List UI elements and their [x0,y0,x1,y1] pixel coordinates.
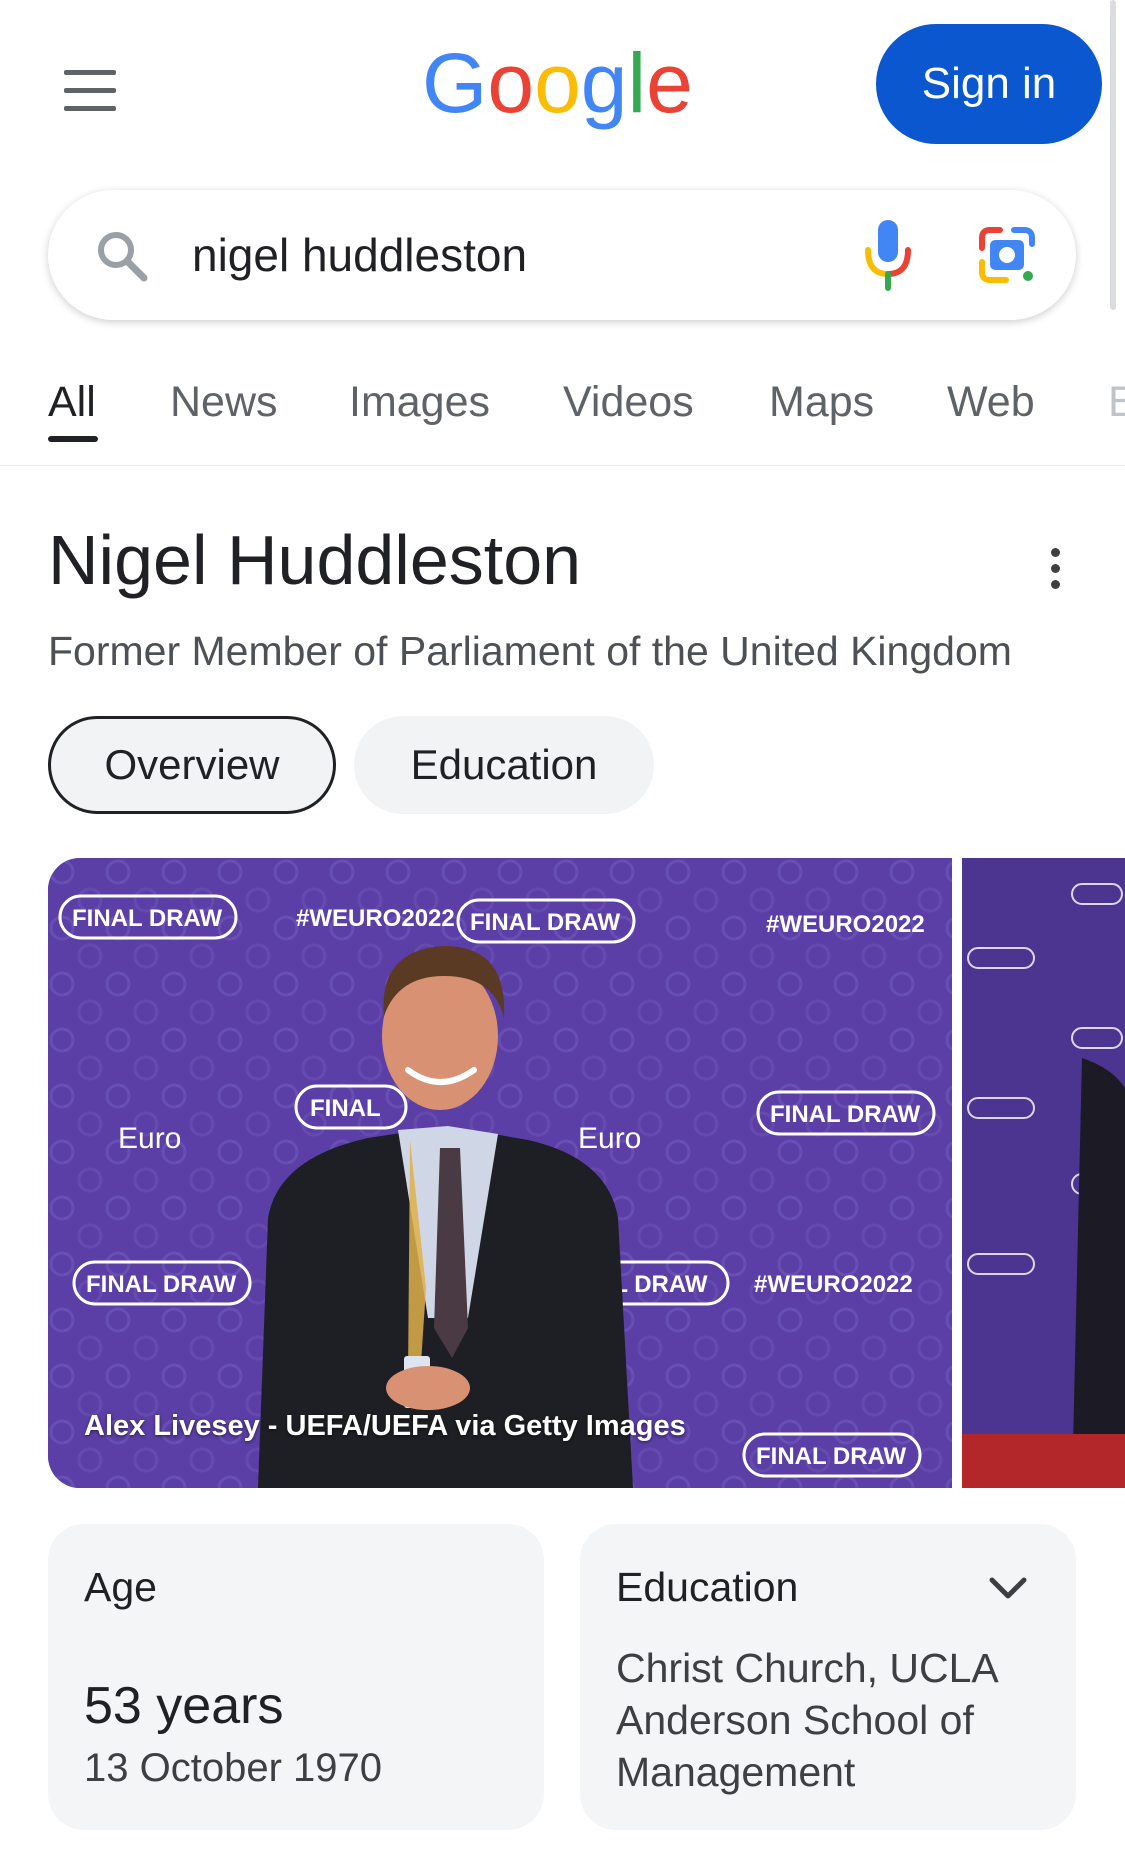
search-box[interactable]: nigel huddleston [48,190,1076,320]
microphone-icon[interactable] [856,218,920,292]
knowledge-panel-subtitle: Former Member of Parliament of the Unite… [48,628,1012,674]
backdrop-text: FINAL DRAW [72,905,223,932]
google-logo[interactable]: Google [422,36,722,146]
secondary-photo[interactable] [962,858,1125,1488]
backdrop-text: FINAL DRAW [86,1271,237,1298]
backdrop-text: FINAL DRAW [756,1443,907,1470]
tab-all[interactable]: All [48,378,96,427]
euro-logo: Euro [578,1122,641,1155]
search-tabs: All News Images Videos Maps Web B [0,348,1125,466]
hamburger-menu-icon[interactable] [58,66,122,118]
photo-illustration: FINAL DRAW #WEURO2022 FINAL DRAW #WEURO2… [48,858,952,1488]
chevron-down-icon[interactable] [986,1570,1030,1606]
backdrop-text: FINAL DRAW [770,1101,921,1128]
svg-text:Google: Google [422,36,693,130]
search-input[interactable]: nigel huddleston [192,190,792,320]
backdrop-text: #WEURO2022 [754,1271,913,1298]
tab-more[interactable]: B [1108,378,1125,427]
age-value: 53 years [84,1677,284,1735]
knowledge-panel-title: Nigel Huddleston [48,521,582,599]
scrollbar[interactable] [1110,0,1116,310]
education-card[interactable]: Education Christ Church, UCLA Anderson S… [580,1524,1076,1830]
birth-date: 13 October 1970 [84,1746,382,1790]
sign-in-button[interactable]: Sign in [876,24,1102,144]
tab-news[interactable]: News [170,378,278,427]
more-vert-icon[interactable] [1044,548,1066,592]
education-label: Education [616,1564,799,1610]
tab-videos[interactable]: Videos [563,378,694,427]
header: Google Sign in [0,0,1125,180]
backdrop-text: FINAL DRAW [470,909,621,936]
photo-credit: Alex Livesey - UEFA/UEFA via Getty Image… [84,1410,686,1442]
tab-maps[interactable]: Maps [769,378,874,427]
google-lens-icon[interactable] [976,224,1038,286]
active-tab-indicator [48,436,98,442]
tab-web[interactable]: Web [947,378,1035,427]
search-icon[interactable] [92,226,152,286]
euro-logo: Euro [118,1122,181,1155]
backdrop-text: #WEURO2022 [296,905,455,932]
age-label: Age [84,1564,157,1610]
chip-education[interactable]: Education [354,716,654,814]
backdrop-text: FINAL [310,1095,381,1122]
age-card: Age 53 years 13 October 1970 [48,1524,544,1830]
tab-images[interactable]: Images [349,378,490,427]
education-value: Christ Church, UCLA Anderson School of M… [616,1645,997,1795]
chip-overview[interactable]: Overview [48,716,336,814]
backdrop-text: #WEURO2022 [766,911,925,938]
person-photo[interactable]: FINAL DRAW #WEURO2022 FINAL DRAW #WEURO2… [48,858,952,1488]
secondary-photo-illustration [962,858,1125,1488]
